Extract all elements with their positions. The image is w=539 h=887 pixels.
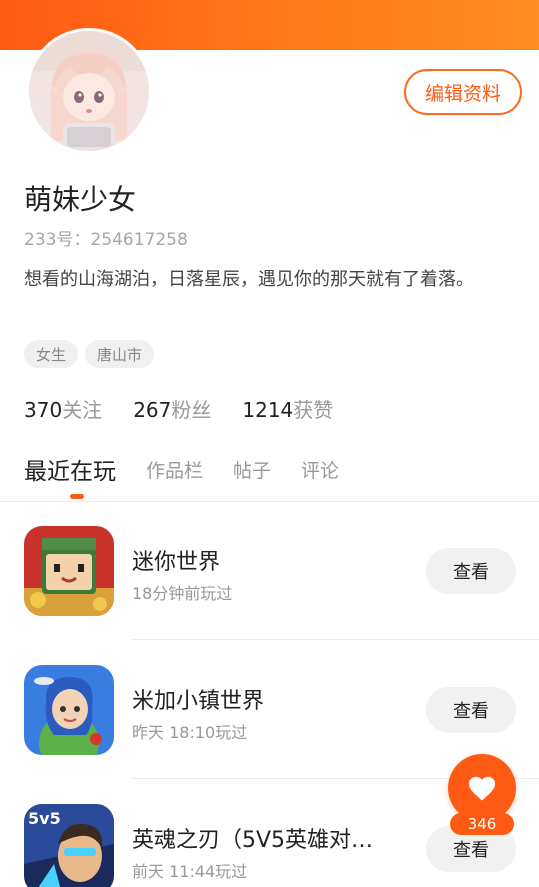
stat-label: 关注 [62,398,103,422]
game-last-played: 18分钟前玩过 [132,584,233,603]
game-name: 迷你世界 [132,550,221,575]
game-row[interactable]: 米加小镇世界 昨天 18:10玩过 查看 [0,641,539,779]
stat-label: 粉丝 [171,398,212,422]
avatar[interactable] [26,28,152,154]
view-game-button[interactable]: 查看 [426,548,516,594]
game-name: 米加小镇世界 [132,689,265,714]
mini-world-icon [24,526,114,616]
stat-following[interactable]: 370 关注 [24,394,102,423]
stat-number: 370 [24,398,63,422]
tab-recently-played[interactable]: 最近在玩 [24,452,116,486]
profile-tabs: 最近在玩 作品栏 帖子 评论 [24,452,339,500]
profile-stats: 370 关注 267 粉丝 1214 获赞 [24,394,333,423]
tab-works[interactable]: 作品栏 [146,452,203,483]
stat-label: 获赞 [293,398,334,422]
game-row[interactable]: 迷你世界 18分钟前玩过 查看 [0,502,539,640]
view-game-button[interactable]: 查看 [426,687,516,733]
stat-number: 1214 [242,398,294,422]
tag-city: 唐山市 [85,340,155,368]
profile-tags: 女生 唐山市 [24,340,155,368]
like-button[interactable] [448,754,516,822]
like-count: 346 [450,813,514,835]
tab-comments[interactable]: 评论 [301,452,339,483]
heart-icon [468,776,496,801]
game-name: 英魂之刃（5V5英雄对… [132,828,374,853]
svg-text:5v5: 5v5 [28,809,61,828]
stat-likes[interactable]: 1214 获赞 [242,394,333,423]
stat-followers[interactable]: 267 粉丝 [133,394,211,423]
anime-girl-avatar-icon [29,31,149,151]
row-divider [132,639,539,640]
game-last-played: 前天 11:44玩过 [132,862,248,881]
bio: 想看的山海湖泊，日落星辰，遇见你的那天就有了着落。 [24,269,474,290]
active-tab-indicator [70,494,84,499]
stat-number: 267 [133,398,172,422]
user-id: 233号：254617258 [24,230,188,250]
game-last-played: 昨天 18:10玩过 [132,723,248,742]
tab-posts[interactable]: 帖子 [233,452,271,483]
miga-town-icon [24,665,114,755]
edit-profile-button[interactable]: 编辑资料 [404,69,522,115]
soul-blade-icon: 5v5 [24,804,114,887]
nickname: 萌妹少女 [24,183,137,216]
tag-gender: 女生 [24,340,79,368]
